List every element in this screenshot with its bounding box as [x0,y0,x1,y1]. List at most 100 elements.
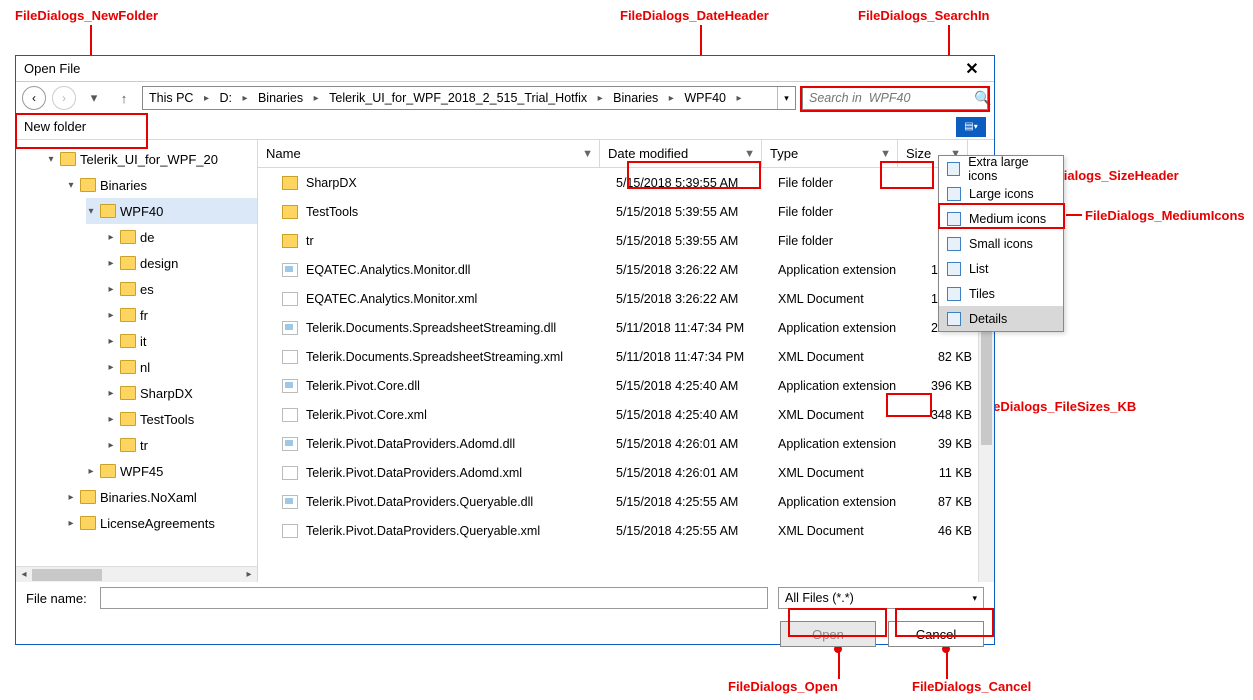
expand-icon[interactable]: ▸ [106,232,116,243]
tree-node[interactable]: ▸SharpDX [106,380,258,406]
chevron-left-icon: ‹ [32,91,36,105]
view-menu-item[interactable]: Medium icons [939,206,1063,231]
crumb[interactable]: D: [213,87,238,109]
expand-icon[interactable]: ▸ [106,310,116,321]
scroll-right-icon[interactable]: ▸ [241,567,257,582]
column-header-date[interactable]: Date modified▼ [600,140,762,167]
tree-node[interactable]: ▸nl [106,354,258,380]
expand-icon[interactable]: ▸ [66,518,76,529]
file-row[interactable]: Telerik.Documents.SpreadsheetStreaming.d… [258,313,994,342]
file-row[interactable]: Telerik.Pivot.Core.xml5/15/2018 4:25:40 … [258,400,994,429]
file-row[interactable]: EQATEC.Analytics.Monitor.dll5/15/2018 3:… [258,255,994,284]
tree-horizontal-scrollbar[interactable]: ◂ ▸ [16,566,257,582]
forward-button[interactable]: › [52,86,76,110]
file-icon [282,292,298,306]
expand-icon[interactable]: ▸ [86,466,96,477]
filter-icon[interactable]: ▼ [744,148,755,160]
crumb[interactable]: Telerik_UI_for_WPF_2018_2_515_Trial_Hotf… [323,87,593,109]
file-grid: Name▼ Date modified▼ Type▼ Size▼ SharpDX… [258,140,994,582]
file-row[interactable]: SharpDX5/15/2018 5:39:55 AMFile folder [258,168,994,197]
chevron-right-icon[interactable]: ▸ [593,87,607,109]
tree-node[interactable]: ▸es [106,276,258,302]
tree-node[interactable]: ▸TestTools [106,406,258,432]
expand-icon[interactable]: ▸ [106,414,116,425]
view-menu-item[interactable]: List [939,256,1063,281]
expand-icon[interactable]: ▾ [86,206,96,217]
breadcrumb-dropdown[interactable]: ▾ [777,87,795,109]
expand-icon[interactable]: ▸ [106,258,116,269]
file-row[interactable]: Telerik.Pivot.DataProviders.Adomd.xml5/1… [258,458,994,487]
close-button[interactable]: ✕ [958,59,986,79]
view-menu-item[interactable]: Large icons [939,181,1063,206]
view-mode-menu[interactable]: Extra large iconsLarge iconsMedium icons… [938,155,1064,332]
chevron-right-icon[interactable]: ▸ [664,87,678,109]
cell-type: Application extension [778,437,914,451]
tree-node[interactable]: ▸Binaries.NoXaml [66,484,258,510]
chevron-right-icon[interactable]: ▸ [199,87,213,109]
search-box[interactable]: 🔍 [802,86,988,110]
file-row[interactable]: TestTools5/15/2018 5:39:55 AMFile folder [258,197,994,226]
file-row[interactable]: Telerik.Pivot.DataProviders.Queryable.dl… [258,487,994,516]
view-menu-item[interactable]: Tiles [939,281,1063,306]
column-header-name[interactable]: Name▼ [258,140,600,167]
crumb[interactable]: Binaries [607,87,664,109]
tree-node[interactable]: ▾Telerik_UI_for_WPF_20 [46,146,258,172]
breadcrumb[interactable]: This PC▸ D:▸ Binaries▸ Telerik_UI_for_WP… [142,86,796,110]
open-button[interactable]: Open [780,621,876,647]
file-row[interactable]: Telerik.Pivot.DataProviders.Queryable.xm… [258,516,994,545]
expand-icon[interactable]: ▸ [106,336,116,347]
scroll-left-icon[interactable]: ◂ [16,567,32,582]
filter-icon[interactable]: ▼ [582,148,593,160]
file-row[interactable]: tr5/15/2018 5:39:55 AMFile folder [258,226,994,255]
chevron-right-icon[interactable]: ▸ [238,87,252,109]
new-folder-button[interactable]: New folder [24,119,86,134]
titlebar: Open File ✕ [16,56,994,82]
tree-node[interactable]: ▸LicenseAgreements [66,510,258,536]
expand-icon[interactable]: ▾ [46,154,56,165]
folder-tree[interactable]: ▾Telerik_UI_for_WPF_20▾Binaries▾WPF40▸de… [16,140,258,582]
file-row[interactable]: Telerik.Documents.SpreadsheetStreaming.x… [258,342,994,371]
view-icon [947,187,961,201]
filename-input[interactable] [100,587,768,609]
file-row[interactable]: Telerik.Pivot.Core.dll5/15/2018 4:25:40 … [258,371,994,400]
file-row[interactable]: EQATEC.Analytics.Monitor.xml5/15/2018 3:… [258,284,994,313]
expand-icon[interactable]: ▸ [106,388,116,399]
crumb[interactable]: WPF40 [678,87,732,109]
chevron-right-icon[interactable]: ▸ [732,87,746,109]
expand-icon[interactable]: ▸ [106,284,116,295]
file-row[interactable]: Telerik.Pivot.DataProviders.Adomd.dll5/1… [258,429,994,458]
back-button[interactable]: ‹ [22,86,46,110]
cancel-button[interactable]: Cancel [888,621,984,647]
open-file-dialog: Open File ✕ ‹ › ▾ ↑ This PC▸ D:▸ Binarie… [15,55,995,645]
file-filter-dropdown[interactable]: All Files (*.*) ▾ [778,587,984,609]
tree-node[interactable]: ▸fr [106,302,258,328]
cell-name: SharpDX [306,176,616,190]
expand-icon[interactable]: ▸ [106,362,116,373]
up-button[interactable]: ↑ [112,91,136,106]
tree-node[interactable]: ▸WPF45 [86,458,258,484]
crumb[interactable]: Binaries [252,87,309,109]
expand-icon[interactable]: ▸ [106,440,116,451]
tree-node[interactable]: ▸design [106,250,258,276]
tree-node[interactable]: ▾ WPF40 [86,198,258,224]
view-dropdown-button[interactable]: ▤ ▾ [956,117,986,137]
history-dropdown[interactable]: ▾ [82,90,106,106]
tree-node[interactable]: ▸it [106,328,258,354]
column-header-type[interactable]: Type▼ [762,140,898,167]
search-input[interactable] [807,90,974,106]
crumb[interactable]: This PC [143,87,199,109]
tree-node[interactable]: ▾Binaries [66,172,258,198]
expand-icon[interactable]: ▾ [66,180,76,191]
view-menu-item[interactable]: Small icons [939,231,1063,256]
cell-name: EQATEC.Analytics.Monitor.xml [306,292,616,306]
tree-node[interactable]: ▸de [106,224,258,250]
expand-icon[interactable]: ▸ [66,492,76,503]
filter-icon[interactable]: ▼ [880,148,891,160]
chevron-right-icon[interactable]: ▸ [309,87,323,109]
folder-icon [80,490,96,504]
tree-node-label: WPF40 [120,204,163,219]
view-menu-item[interactable]: Details [939,306,1063,331]
search-icon[interactable]: 🔍 [974,90,991,107]
view-menu-item[interactable]: Extra large icons [939,156,1063,181]
tree-node[interactable]: ▸tr [106,432,258,458]
